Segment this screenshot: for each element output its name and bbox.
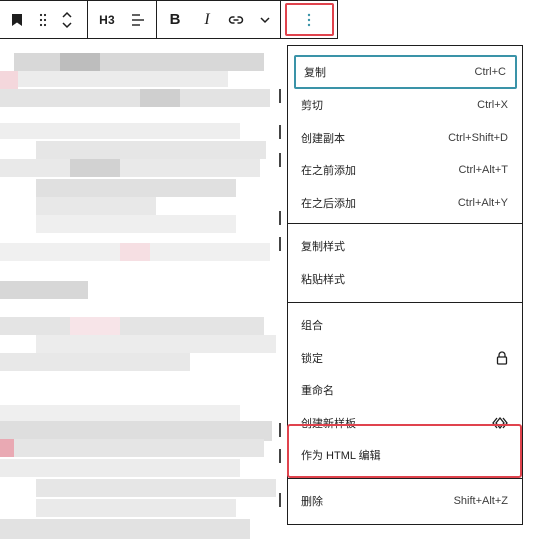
chevron-down-icon [260,16,270,23]
blurred-text-block [36,215,236,233]
blurred-text-block [60,53,100,71]
blurred-text-block [0,317,264,335]
menu-item-rename[interactable]: 重命名 [293,374,517,407]
blurred-text-block [0,123,240,139]
blurred-text-block [0,71,18,89]
menu-item-label: 组合 [301,320,323,333]
drag-handle[interactable] [34,1,52,38]
options-group [281,1,337,38]
blurred-text-block [140,89,180,107]
menu-item-label: 创建新样板 [301,417,356,430]
menu-item-label: 在之前添加 [301,165,356,178]
menu-item-label: 锁定 [301,352,323,365]
menu-item-shortcut: Ctrl+X [477,99,508,112]
editor-content [0,39,288,541]
menu-item-lock[interactable]: 锁定 [293,342,517,375]
blurred-text-block [120,243,150,261]
blurred-text-block [18,71,228,87]
heading-group: H3 [88,1,157,38]
move-up-down-button[interactable] [52,1,82,38]
blurred-text-block [0,459,240,477]
blurred-text-block [0,159,260,177]
menu-item-shortcut: Ctrl+C [474,66,506,78]
menu-item-paste-styles[interactable]: 粘贴样式 [293,263,517,296]
menu-item-delete[interactable]: 删除 Shift+Alt+Z [293,485,517,518]
blurred-text-block [0,405,240,421]
menu-item-label: 复制样式 [301,241,345,254]
blurred-text-block [36,141,266,159]
menu-item-insert-before[interactable]: 在之前添加 Ctrl+Alt+T [293,154,517,187]
blurred-text-block [0,353,190,371]
lock-icon [496,351,508,365]
italic-label: I [204,10,210,28]
pattern-icon [492,416,508,429]
link-icon [228,15,244,24]
bold-button[interactable]: B [157,1,193,38]
menu-item-label: 创建副本 [301,132,345,145]
format-group: B I [157,1,281,38]
align-text-icon [132,13,144,26]
bookmark-icon [12,13,22,26]
blurred-text-block [70,317,120,335]
menu-group-styles: 复制样式 粘贴样式 [288,224,522,303]
blurred-text-block [0,439,14,457]
block-controls-group [0,1,88,38]
more-formats-button[interactable] [251,1,279,38]
menu-item-shortcut: Shift+Alt+Z [453,495,508,508]
menu-item-cut[interactable]: 剪切 Ctrl+X [293,89,517,122]
bold-label: B [169,11,181,28]
menu-group-block-actions: 组合 锁定 重命名 创建新样板 作为 HTML 编辑 [288,303,522,479]
italic-button[interactable]: I [193,1,221,38]
blurred-text-block [0,281,88,299]
blurred-text-block [0,519,250,539]
blurred-text-block [36,335,276,353]
drag-handle-icon [39,13,47,26]
menu-item-insert-after[interactable]: 在之后添加 Ctrl+Alt+Y [293,187,517,220]
menu-item-copy-styles[interactable]: 复制样式 [293,230,517,263]
link-button[interactable] [221,1,251,38]
menu-item-label: 重命名 [301,385,334,398]
menu-item-label: 剪切 [301,100,323,113]
blurred-text-block [70,159,120,177]
blurred-text-block [36,197,156,215]
block-options-menu: 复制 Ctrl+C 剪切 Ctrl+X 创建副本 Ctrl+Shift+D 在之… [287,45,523,525]
blurred-text-block [36,179,236,197]
menu-item-group[interactable]: 组合 [293,309,517,342]
menu-item-label: 粘贴样式 [301,273,345,286]
vertical-ellipsis-icon [307,13,311,26]
blurred-text-block [14,53,264,71]
menu-item-label: 在之后添加 [301,197,356,210]
menu-item-shortcut: Ctrl+Alt+Y [457,196,508,209]
menu-item-label: 删除 [301,496,323,509]
menu-item-shortcut: Ctrl+Alt+T [458,164,508,177]
menu-item-duplicate[interactable]: 创建副本 Ctrl+Shift+D [293,122,517,155]
move-up-down-icon [62,11,72,28]
blurred-text-block [36,499,236,517]
menu-group-delete: 删除 Shift+Alt+Z [288,479,522,518]
menu-item-label: 复制 [304,67,326,79]
blurred-text-block [0,421,272,441]
block-options-button[interactable] [284,3,334,36]
heading-level-button[interactable]: H3 [88,1,126,38]
menu-group-clipboard: 复制 Ctrl+C 剪切 Ctrl+X 创建副本 Ctrl+Shift+D 在之… [288,46,522,224]
blurred-text-block [14,439,264,457]
menu-item-label: 作为 HTML 编辑 [301,450,381,463]
heading-level-label: H3 [99,12,115,27]
align-text-button[interactable] [126,1,150,38]
block-toolbar: H3 B I [0,0,338,39]
menu-item-shortcut: Ctrl+Shift+D [448,131,508,144]
blurred-text-block [36,479,276,497]
block-type-button[interactable] [0,1,34,38]
menu-item-create-pattern[interactable]: 创建新样板 [293,407,517,440]
menu-item-edit-as-html[interactable]: 作为 HTML 编辑 [293,439,517,472]
blurred-text-block [0,89,270,107]
menu-item-copy[interactable]: 复制 Ctrl+C [294,55,517,89]
